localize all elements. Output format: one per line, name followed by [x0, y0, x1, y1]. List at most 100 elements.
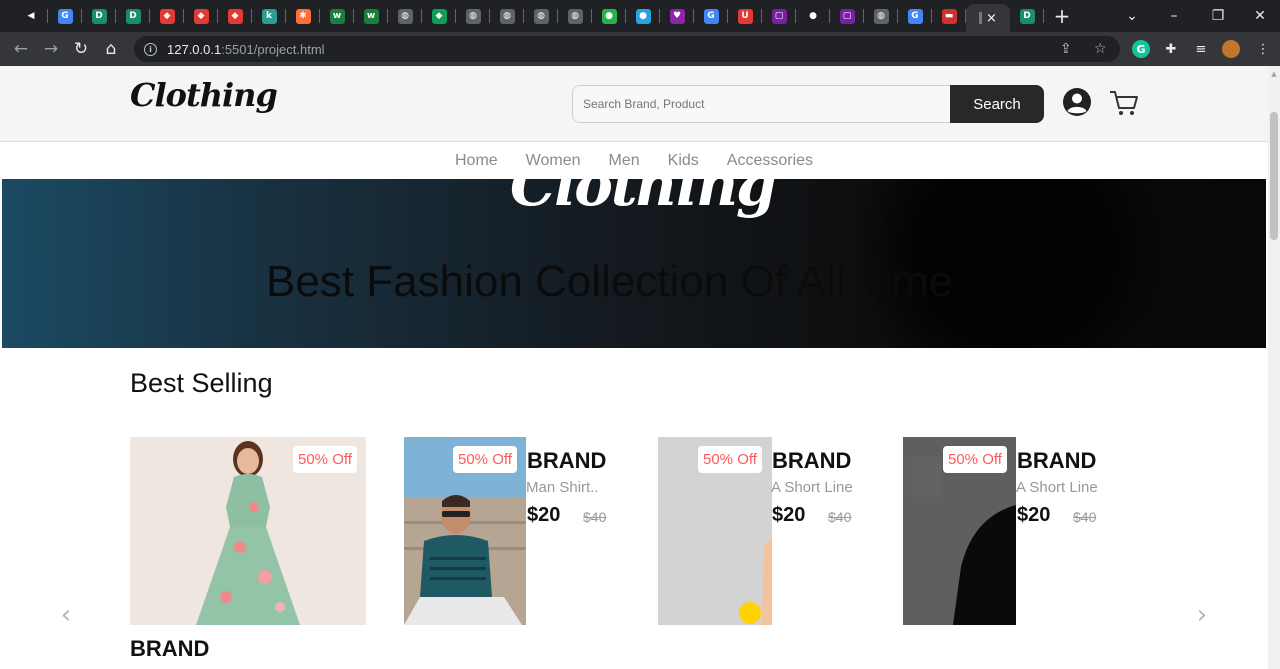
nav-link-women[interactable]: Women	[526, 152, 581, 170]
browser-tab[interactable]: ♥	[660, 0, 694, 32]
profile-avatar[interactable]	[1222, 40, 1240, 58]
browser-tab[interactable]: ◆	[150, 0, 184, 32]
nav-link-accessories[interactable]: Accessories	[727, 152, 813, 170]
w-icon: w	[329, 8, 345, 24]
site-header: Clothing Search	[0, 66, 1268, 142]
browser-tab[interactable]: ◍	[456, 0, 490, 32]
share-icon[interactable]: ⇪	[1060, 36, 1072, 62]
minimize-icon[interactable]: –	[1152, 0, 1196, 32]
user-account-icon[interactable]	[1062, 87, 1092, 117]
hero-banner: Clothing Best Fashion Collection Of All …	[2, 179, 1266, 348]
url-text[interactable]: 127.0.0.1:5501/project.html	[167, 42, 325, 57]
product-old-price: $40	[583, 509, 607, 525]
search-button[interactable]: Search	[950, 85, 1044, 123]
new-tab-button[interactable]: +	[1044, 4, 1080, 28]
close-tab-icon[interactable]: ×	[986, 11, 997, 26]
search-input[interactable]	[572, 85, 952, 123]
diamond-red-icon: ◆	[193, 8, 209, 24]
product-brand[interactable]: BRAND	[527, 448, 606, 474]
menu-kebab-icon[interactable]: ⋮	[1254, 40, 1272, 58]
tab-favicon	[979, 12, 983, 24]
browser-tab[interactable]: ◆	[184, 0, 218, 32]
grammarly-icon[interactable]: G	[1132, 40, 1150, 58]
hero-logo: Clothing	[510, 179, 777, 219]
product-brand[interactable]: BRAND	[772, 448, 851, 474]
nav-link-home[interactable]: Home	[455, 152, 498, 170]
carousel-prev-icon[interactable]: ‹	[56, 600, 76, 630]
github-icon: ●	[805, 8, 821, 24]
w-icon: w	[363, 8, 379, 24]
heart-icon: ♥	[669, 8, 685, 24]
globe-icon: ◍	[873, 8, 889, 24]
browser-tab[interactable]: U	[728, 0, 762, 32]
product-price: $20	[527, 504, 561, 526]
browser-tab[interactable]: ◍	[490, 0, 524, 32]
page-scrollbar[interactable]: ▲	[1268, 66, 1280, 669]
reading-list-icon[interactable]: ≡	[1192, 40, 1210, 58]
close-window-icon[interactable]: ✕	[1238, 0, 1280, 32]
tab-active[interactable]: ×	[966, 4, 1010, 32]
carousel-next-icon[interactable]: ›	[1192, 600, 1212, 630]
restore-icon[interactable]: ❐	[1196, 0, 1240, 32]
speaker-icon: ◀	[23, 8, 39, 24]
address-bar[interactable]: i 127.0.0.1:5501/project.html ⇪ ☆	[134, 36, 1120, 62]
back-icon[interactable]: ←	[6, 34, 36, 64]
tab[interactable]: D	[1010, 0, 1044, 32]
browser-tab[interactable]: ◀	[14, 0, 48, 32]
product-description: A Short Line	[771, 479, 853, 496]
product-price: $20	[1017, 504, 1051, 526]
shopping-cart-icon[interactable]	[1108, 88, 1140, 118]
browser-tab[interactable]: G	[694, 0, 728, 32]
browser-tab[interactable]: ▢	[762, 0, 796, 32]
nav-link-kids[interactable]: Kids	[668, 152, 699, 170]
asterisk-icon: ✱	[295, 8, 311, 24]
nav-link-men[interactable]: Men	[609, 152, 640, 170]
browser-tab[interactable]: ◍	[558, 0, 592, 32]
browser-tab-strip: ◀ G D D ◆ ◆ ◆ k ✱ w w ◍ ◆ ◍ ◍ ◍ ◍ ● ● ♥ G U ▢ ● ▢ ◍ G ▬ × D + ⌄ – ❐…	[0, 0, 1280, 32]
scrollbar-thumb[interactable]	[1270, 112, 1278, 240]
diamond-red-icon: ◆	[159, 8, 175, 24]
product-description: Man Shirt..	[526, 479, 599, 496]
browser-tab[interactable]: ✱	[286, 0, 320, 32]
globe-icon: ◍	[397, 8, 413, 24]
globe-icon: ◍	[567, 8, 583, 24]
globe-icon: ◍	[499, 8, 515, 24]
tab-search-icon[interactable]: ⌄	[1110, 0, 1154, 32]
discount-badge: 50% Off	[698, 446, 762, 473]
bookmark-star-icon[interactable]: ☆	[1094, 36, 1107, 62]
product-price: $20	[772, 504, 806, 526]
browser-tab[interactable]: D	[116, 0, 150, 32]
discount-badge: 50% Off	[453, 446, 517, 473]
browser-tab[interactable]: ◍	[524, 0, 558, 32]
product-brand[interactable]: BRAND	[130, 636, 209, 662]
browser-tab[interactable]: D	[82, 0, 116, 32]
browser-tab[interactable]: ▢	[830, 0, 864, 32]
section-title: Best Selling	[130, 368, 273, 398]
product-brand[interactable]: BRAND	[1017, 448, 1096, 474]
bracket-icon: ▢	[771, 8, 787, 24]
bag-icon: ●	[635, 8, 651, 24]
browser-tab[interactable]: k	[252, 0, 286, 32]
browser-tab[interactable]: G	[898, 0, 932, 32]
browser-tab[interactable]: ◍	[388, 0, 422, 32]
browser-tab[interactable]: ◆	[218, 0, 252, 32]
browser-tab[interactable]: w	[320, 0, 354, 32]
reload-icon[interactable]: ↻	[66, 34, 96, 64]
site-logo[interactable]: Clothing	[130, 76, 278, 114]
scroll-up-icon[interactable]: ▲	[1268, 68, 1280, 80]
browser-tab[interactable]: ●	[592, 0, 626, 32]
browser-tab[interactable]: ●	[626, 0, 660, 32]
browser-tab[interactable]: ●	[796, 0, 830, 32]
browser-tab[interactable]: G	[48, 0, 82, 32]
discount-badge: 50% Off	[293, 446, 357, 473]
browser-tab[interactable]: ▬	[932, 0, 966, 32]
browser-tab[interactable]: ◍	[864, 0, 898, 32]
browser-tab[interactable]: w	[354, 0, 388, 32]
browser-tab[interactable]: ◆	[422, 0, 456, 32]
site-info-icon[interactable]: i	[144, 42, 157, 56]
home-icon[interactable]: ⌂	[96, 34, 126, 64]
google-icon: G	[907, 8, 923, 24]
d-app-icon: D	[125, 8, 141, 24]
extensions-puzzle-icon[interactable]: ✚	[1162, 40, 1180, 58]
forward-icon[interactable]: →	[36, 34, 66, 64]
